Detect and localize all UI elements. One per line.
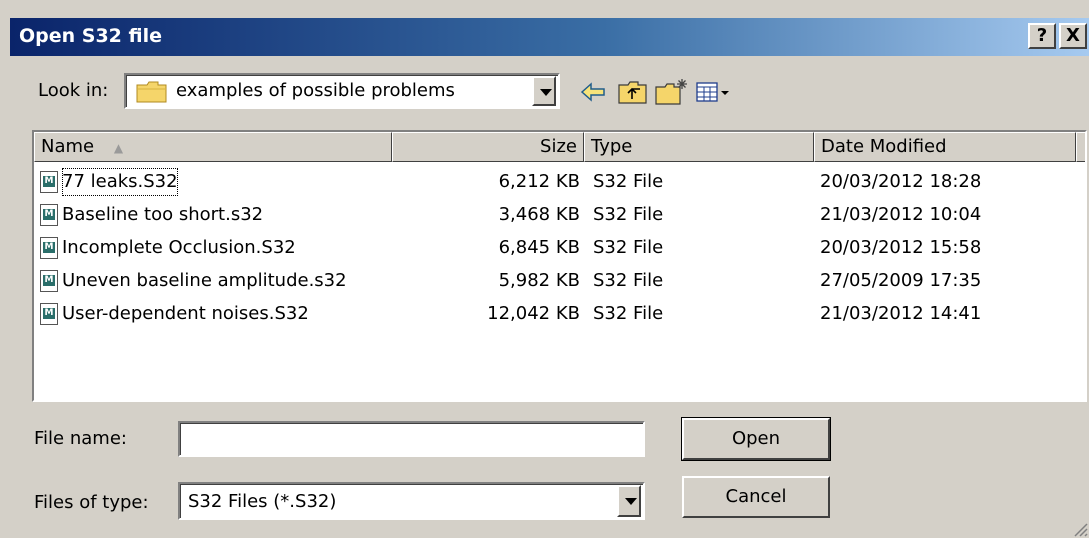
file-type-label: Files of type: — [34, 492, 149, 513]
view-menu-icon[interactable] — [694, 77, 734, 107]
file-size: 5,982 KB — [498, 270, 580, 291]
file-name: User-dependent noises.S32 — [62, 303, 309, 324]
open-button[interactable]: Open — [681, 417, 831, 461]
file-date: 27/05/2009 17:35 — [820, 270, 982, 291]
file-type: S32 File — [593, 303, 664, 324]
file-type-dropdown-button[interactable] — [617, 485, 641, 517]
column-header-name[interactable]: Name ▲ — [34, 132, 392, 162]
up-folder-icon[interactable] — [616, 77, 648, 107]
close-button[interactable]: X — [1059, 23, 1087, 49]
s32-file-icon: M — [40, 237, 58, 259]
file-date: 20/03/2012 18:28 — [820, 171, 982, 192]
file-date: 21/03/2012 14:41 — [820, 303, 982, 324]
file-size: 12,042 KB — [487, 303, 580, 324]
list-item[interactable]: M Incomplete Occlusion.S32 6,845 KB S32 … — [34, 234, 1084, 262]
file-name-input[interactable] — [178, 421, 645, 457]
file-type-value: S32 Files (*.S32) — [188, 491, 337, 512]
back-arrow-icon[interactable] — [578, 77, 610, 107]
column-header-date[interactable]: Date Modified — [814, 132, 1076, 162]
file-date: 21/03/2012 10:04 — [820, 204, 982, 225]
file-size: 6,845 KB — [498, 237, 580, 258]
file-type-dropdown[interactable]: S32 Files (*.S32) — [178, 482, 645, 520]
file-list[interactable]: Name ▲ Size Type Date Modified M 77 leak… — [32, 130, 1087, 402]
s32-file-icon: M — [40, 303, 58, 325]
file-name: Baseline too short.s32 — [62, 204, 264, 225]
file-name: Incomplete Occlusion.S32 — [62, 237, 296, 258]
file-type: S32 File — [593, 237, 664, 258]
resize-grip-icon[interactable] — [1069, 518, 1089, 538]
s32-file-icon: M — [40, 171, 58, 193]
list-item[interactable]: M Baseline too short.s32 3,468 KB S32 Fi… — [34, 201, 1084, 229]
folder-icon — [136, 81, 168, 108]
new-folder-icon[interactable] — [654, 77, 687, 107]
file-type: S32 File — [593, 204, 664, 225]
look-in-dropdown[interactable]: examples of possible problems — [124, 73, 560, 109]
look-in-value: examples of possible problems — [176, 80, 455, 101]
column-header-size[interactable]: Size — [392, 132, 584, 162]
column-header-type[interactable]: Type — [584, 132, 814, 162]
look-in-dropdown-button[interactable] — [532, 76, 556, 106]
list-item[interactable]: M Uneven baseline amplitude.s32 5,982 KB… — [34, 267, 1084, 295]
file-size: 3,468 KB — [498, 204, 580, 225]
column-header-filler — [1076, 132, 1085, 162]
s32-file-icon: M — [40, 270, 58, 292]
dialog-title: Open S32 file — [19, 25, 163, 47]
help-button[interactable]: ? — [1028, 23, 1056, 49]
file-name-label: File name: — [34, 428, 127, 449]
chevron-down-icon — [625, 498, 637, 505]
chevron-down-icon — [540, 89, 552, 96]
file-name: 77 leaks.S32 — [62, 168, 178, 196]
file-type: S32 File — [593, 270, 664, 291]
look-in-label: Look in: — [38, 80, 109, 101]
file-name: Uneven baseline amplitude.s32 — [62, 270, 347, 291]
sort-ascending-icon: ▲ — [113, 141, 124, 155]
file-size: 6,212 KB — [498, 171, 580, 192]
cancel-button[interactable]: Cancel — [682, 476, 830, 518]
open-file-dialog: Open S32 file ? X Look in: examples of p… — [0, 0, 1089, 538]
file-date: 20/03/2012 15:58 — [820, 237, 982, 258]
s32-file-icon: M — [40, 204, 58, 226]
list-item[interactable]: M 77 leaks.S32 6,212 KB S32 File 20/03/2… — [34, 168, 1084, 196]
file-type: S32 File — [593, 171, 664, 192]
list-item[interactable]: M User-dependent noises.S32 12,042 KB S3… — [34, 300, 1084, 328]
title-bar[interactable]: Open S32 file ? X — [10, 18, 1089, 56]
